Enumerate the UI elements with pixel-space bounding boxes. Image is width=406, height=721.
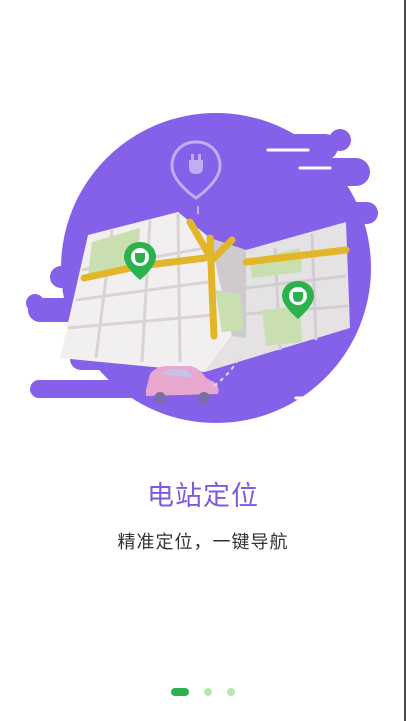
guide-screen: 电站定位 精准定位，一键导航 [0, 0, 406, 721]
guide-subtitle: 精准定位，一键导航 [117, 532, 289, 553]
guide-title: 电站定位 [147, 481, 259, 512]
page-dot-3[interactable] [227, 688, 235, 696]
page-dot-1[interactable] [171, 688, 189, 696]
page-indicator [0, 686, 406, 698]
page-dot-2[interactable] [204, 688, 212, 696]
station-map-illustration [26, 113, 378, 423]
